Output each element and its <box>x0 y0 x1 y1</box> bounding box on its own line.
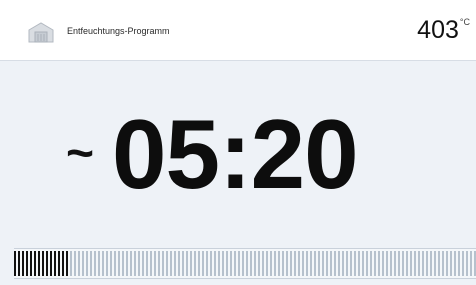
program-screen: Entfeuchtungs-Programm 403°C ~ 05:20 <box>0 0 476 285</box>
program-title: Entfeuchtungs-Programm <box>67 26 170 36</box>
progress-track <box>14 251 476 276</box>
remaining-time-display: ~ 05:20 <box>0 102 476 212</box>
progress-bar <box>14 248 476 279</box>
header-bar: Entfeuchtungs-Programm 403°C <box>0 0 476 61</box>
temperature-unit: °C <box>459 17 470 27</box>
progress-fill <box>14 251 70 276</box>
temperature-display: 403°C <box>417 16 470 44</box>
approx-prefix: ~ <box>66 127 95 180</box>
remaining-time-value: 05:20 <box>112 99 359 209</box>
temperature-value: 403 <box>417 16 459 44</box>
oven-icon[interactable] <box>26 21 56 43</box>
